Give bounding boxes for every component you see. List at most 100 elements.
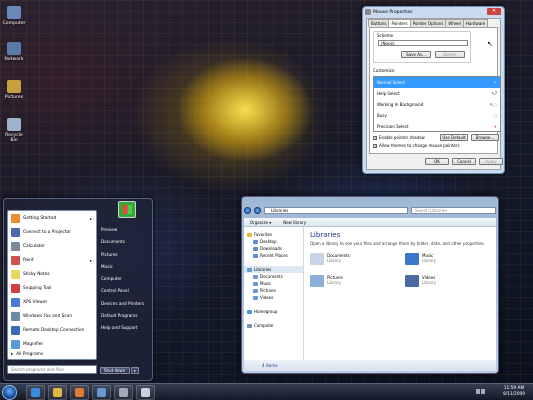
address-bar[interactable]: Libraries <box>264 207 408 214</box>
ok-button[interactable]: OK <box>425 158 449 165</box>
right-item-documents[interactable]: Documents <box>100 236 152 248</box>
start-search-input[interactable]: Search programs and files <box>7 365 97 374</box>
nav-item-pictures[interactable]: Pictures <box>244 287 303 294</box>
tab-pointers[interactable]: Pointers <box>388 19 411 27</box>
nav-item-videos[interactable]: Videos <box>244 294 303 301</box>
nav-item-recent-places[interactable]: Recent Places <box>244 252 303 259</box>
nav-item-homegroup[interactable]: Homegroup <box>244 308 303 315</box>
search-input[interactable]: Search Libraries <box>411 207 496 214</box>
nav-item-music[interactable]: Music <box>244 280 303 287</box>
dialog-titlebar[interactable]: Mouse Properties ✕ <box>363 7 504 18</box>
cancel-button[interactable]: Cancel <box>452 158 476 165</box>
nav-item-favorites[interactable]: Favorites <box>244 231 303 238</box>
normal-select-icon: ↖ <box>493 80 497 85</box>
working-icon: ↖◌ <box>490 102 497 107</box>
program-snipping-tool[interactable]: Snipping Tool <box>8 281 96 295</box>
tab-hardware[interactable]: Hardware <box>462 19 489 27</box>
right-item-control-panel[interactable]: Control Panel <box>100 285 152 297</box>
cursor-row[interactable]: Precision Select + <box>374 121 500 131</box>
taskbar-button-explorer[interactable] <box>92 385 111 400</box>
close-button[interactable]: ✕ <box>487 8 501 15</box>
chevron-right-icon: ▸ <box>89 215 92 221</box>
start-button[interactable] <box>2 385 17 400</box>
user-picture[interactable] <box>118 201 136 218</box>
shutdown-options-button[interactable]: ▸ <box>131 367 139 374</box>
use-default-button[interactable]: Use Default <box>440 134 468 141</box>
taskbar-button-mouse[interactable] <box>114 385 133 400</box>
back-button[interactable] <box>244 207 251 214</box>
right-item-default-programs[interactable]: Default Programs <box>100 310 152 322</box>
library-documents[interactable]: Documents Library <box>310 253 390 273</box>
program-magnifier[interactable]: Magnifier <box>8 337 96 351</box>
cursor-row[interactable]: Normal Select ↖ <box>374 77 500 88</box>
forward-button[interactable] <box>254 207 261 214</box>
cursor-row[interactable]: Working In Background ↖◌ <box>374 99 500 110</box>
program-calculator[interactable]: Calculator <box>8 239 96 253</box>
nav-item-downloads[interactable]: Downloads <box>244 245 303 252</box>
library-videos[interactable]: Videos Library <box>405 275 485 295</box>
taskbar-button-paint[interactable] <box>136 385 155 400</box>
chevron-right-icon: ▸ <box>11 352 14 357</box>
address-bar-row: Libraries Search Libraries <box>244 205 496 216</box>
taskbar-button-media[interactable] <box>70 385 89 400</box>
downloads-icon <box>253 246 258 251</box>
right-item-pictures[interactable]: Pictures <box>100 249 152 261</box>
program-paint[interactable]: Paint ▸ <box>8 253 96 267</box>
right-item-music[interactable]: Music <box>100 261 152 273</box>
apply-button[interactable]: Apply <box>479 158 503 165</box>
desktop-icon-recycle-bin[interactable]: Recycle Bin <box>1 118 27 143</box>
taskbar-button-ie[interactable] <box>26 385 45 400</box>
nav-item-desktop[interactable]: Desktop <box>244 238 303 245</box>
nav-item-computer[interactable]: Computer <box>244 322 303 329</box>
tab-buttons[interactable]: Buttons <box>368 19 390 27</box>
taskbar-button-folder[interactable] <box>48 385 67 400</box>
right-item-devices-printers[interactable]: Devices and Printers <box>100 298 152 310</box>
tab-pointer-options[interactable]: Pointer Options <box>409 19 447 27</box>
programs-list: Getting Started ▸ Connect to a Projector … <box>7 210 97 360</box>
clock[interactable]: 11:59 AM 9/11/2009 <box>503 386 525 398</box>
cursor-row[interactable]: Busy ◌ <box>374 110 500 121</box>
enable-shadow-checkbox[interactable]: ✓ Enable pointer shadow <box>373 135 425 140</box>
calculator-icon <box>11 241 20 251</box>
program-xps-viewer[interactable]: XPS Viewer <box>8 295 96 309</box>
fax-scan-icon <box>11 311 20 321</box>
allow-themes-checkbox[interactable]: ✓ Allow themes to change mouse pointers <box>373 143 460 148</box>
library-pictures[interactable]: Pictures Library <box>310 275 390 295</box>
pictures-icon <box>253 288 258 293</box>
pictures-icon <box>310 275 324 287</box>
organize-button[interactable]: Organize ▾ <box>250 218 271 226</box>
right-item-help-support[interactable]: Help and Support <box>100 322 152 334</box>
scheme-select[interactable]: (None) <box>378 40 468 46</box>
desktop-icon-computer[interactable]: Computer <box>1 6 27 26</box>
program-fax-scan[interactable]: Windows Fax and Scan <box>8 309 96 323</box>
cursor-list[interactable]: Normal Select ↖ Help Select ↖? Working In … <box>373 76 501 132</box>
program-sticky-notes[interactable]: Sticky Notes <box>8 267 96 281</box>
desktop-icon-pictures[interactable]: Pictures <box>1 80 27 100</box>
delete-button[interactable]: Delete <box>435 51 465 58</box>
program-remote-desktop[interactable]: Remote Desktop Connection <box>8 323 96 337</box>
network-icon[interactable] <box>476 389 480 394</box>
program-getting-started[interactable]: Getting Started ▸ <box>8 211 96 225</box>
libraries-window: Libraries Search Libraries Organize ▾ Ne… <box>241 196 499 374</box>
right-item-computer[interactable]: Computer <box>100 273 152 285</box>
nav-item-documents[interactable]: Documents <box>244 273 303 280</box>
volume-icon[interactable] <box>481 389 485 394</box>
program-connect-projector[interactable]: Connect to a Projector <box>8 225 96 239</box>
taskbar: 11:59 AM 9/11/2009 <box>0 383 533 400</box>
shutdown-button[interactable]: Shut down <box>100 367 130 374</box>
sticky-notes-icon <box>11 269 20 279</box>
browse-button[interactable]: Browse... <box>471 134 499 141</box>
scheme-group: Scheme (None) Save As... Delete <box>373 31 471 63</box>
tab-wheel[interactable]: Wheel <box>445 19 464 27</box>
remote-desktop-icon <box>11 325 20 335</box>
page-title: Libraries <box>310 231 341 239</box>
new-library-button[interactable]: New library <box>283 218 306 226</box>
all-programs-button[interactable]: ▸ All Programs <box>11 352 43 357</box>
save-as-button[interactable]: Save As... <box>401 51 431 58</box>
cursor-row[interactable]: Help Select ↖? <box>374 88 500 99</box>
checkbox-checked-icon: ✓ <box>373 135 377 140</box>
nav-item-libraries[interactable]: Libraries <box>244 266 303 273</box>
desktop-icon-network[interactable]: Network <box>1 42 27 62</box>
right-item-preview[interactable]: Preview <box>100 224 152 236</box>
library-music[interactable]: Music Library <box>405 253 485 273</box>
